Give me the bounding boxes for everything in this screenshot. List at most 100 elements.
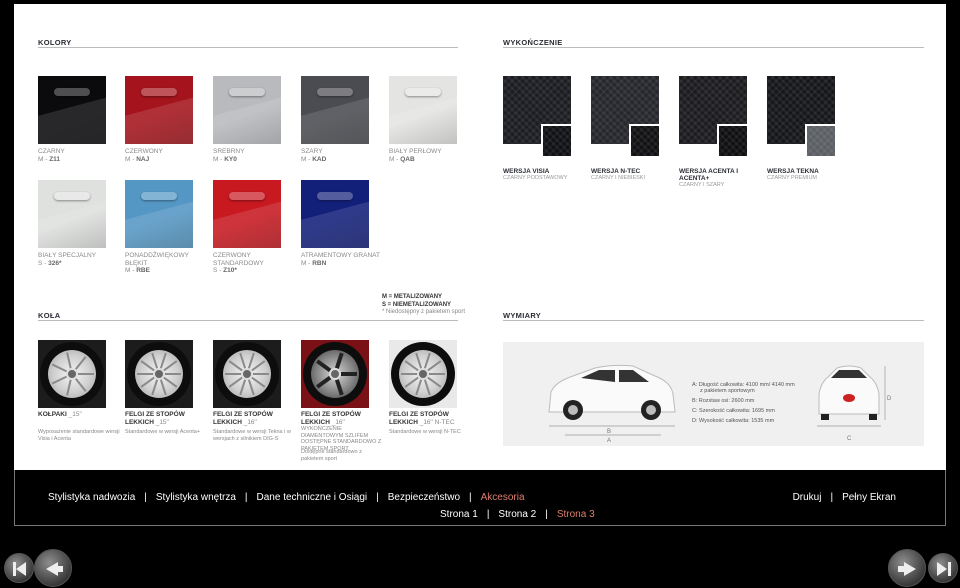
utility-nav: Drukuj | Pełny Ekran [792, 492, 896, 503]
color-caption: CZARNY M - Z11 [38, 148, 65, 163]
color-caption: ATRAMENTOWY GRANAT M - RBN [301, 252, 380, 267]
color-swatch-navy[interactable] [301, 180, 369, 248]
wheel-spoke [316, 375, 332, 389]
wheel-spoke [51, 363, 68, 373]
wheel-spoke [247, 379, 255, 396]
color-caption: SZARY M - KAD [301, 148, 327, 163]
wheel-spoke [228, 376, 243, 388]
dim-label-d: D [887, 396, 892, 402]
page-2-link[interactable]: Strona 2 [498, 509, 536, 520]
wheel-spoke [423, 352, 431, 369]
finish-caption: WERSJA ACENTA I ACENTA+ CZARNY I SZARY [679, 168, 739, 188]
nav-interior[interactable]: Stylistyka wnętrza [156, 492, 236, 503]
color-swatch-standard-red[interactable] [213, 180, 281, 248]
first-page-button[interactable] [4, 553, 34, 583]
color-swatch-black[interactable] [38, 76, 106, 144]
wheel-title: KOŁPAKI _15" [38, 411, 82, 418]
wheel-spoke [334, 379, 344, 396]
wheel-spoke [159, 379, 167, 396]
wheel-title: FELGI ZE STOPÓW LEKKICH _16" N-TEC [389, 411, 455, 426]
dimensions-title: WYMIARY [503, 311, 542, 320]
wheel-image-alloy-16[interactable] [213, 340, 281, 408]
fabric-ntec-detail[interactable] [629, 124, 661, 158]
wheel-spoke [151, 379, 159, 396]
wheel-spoke [163, 360, 178, 372]
nav-exterior[interactable]: Stylistyka nadwozia [48, 492, 135, 503]
dim-label-b: B [607, 429, 611, 435]
wheel-image-alloy-16-ntec[interactable] [389, 340, 457, 408]
wheel-spoke [151, 352, 159, 369]
dimensions-list: A: Długość całkowita: 4100 mm/ 4140 mm z… [692, 380, 795, 426]
wheel-spoke [415, 379, 423, 396]
wheel-spoke [239, 379, 247, 396]
wheel-image-hubcap[interactable] [38, 340, 106, 408]
wheel-description: Standardowe w wersji N-TEC [389, 429, 461, 435]
page-nav: Strona 1 | Strona 2 | Strona 3 [440, 509, 595, 520]
wheel-spoke [427, 360, 442, 372]
finish-title: WYKOŃCZENIE [503, 38, 563, 47]
fullscreen-link[interactable]: Pełny Ekran [842, 492, 896, 503]
wheel-spoke [74, 356, 87, 370]
legend-note: * Niedostępny z pakietem sport [382, 309, 466, 315]
wheel-image-alloy-15[interactable] [125, 340, 193, 408]
wheel-image-alloy-16-diamond[interactable] [301, 340, 369, 408]
wheel-description: Wyposażenie standardowe wersji Visia i A… [38, 429, 120, 442]
page-1-link[interactable]: Strona 1 [440, 509, 478, 520]
arrow-right-icon [937, 562, 947, 576]
wheel-spoke [247, 352, 255, 369]
wheel-title: FELGI ZE STOPÓW LEKKICH _15" [125, 411, 185, 426]
finish-caption: WERSJA VISIA CZARNY PODSTAWOWY [503, 168, 568, 181]
last-page-button[interactable] [928, 553, 958, 583]
arrow-right-icon [904, 562, 916, 576]
fabric-visia-detail[interactable] [541, 124, 573, 158]
wheel-spoke [316, 359, 332, 373]
wheel-description: Standardowe w wersji Tekna i w wersjach … [213, 429, 291, 442]
finish-caption: WERSJA N-TEC CZARNY I NIEBIESKI [591, 168, 645, 181]
color-caption: PONADDŹWIĘKOWY BŁĘKIT M - RBE [125, 252, 189, 274]
colors-rule [38, 47, 458, 48]
color-swatch-silver[interactable] [213, 76, 281, 144]
dimensions-rule [503, 320, 924, 321]
color-caption: SREBRNY M - KY0 [213, 148, 245, 163]
wheel-spoke [423, 379, 431, 396]
page-3-link[interactable]: Strona 3 [557, 509, 595, 520]
color-swatch-blue[interactable] [125, 180, 193, 248]
next-page-button[interactable] [888, 549, 926, 587]
wheel-spoke [140, 360, 155, 372]
color-swatch-special-white[interactable] [38, 180, 106, 248]
dim-label-c: C [847, 436, 852, 442]
legend-non-metallic: S = NIEMETALIZOWANY [382, 301, 452, 308]
prev-page-button[interactable] [34, 549, 72, 587]
color-legend: M = METALIZOWANY S = NIEMETALIZOWANY * N… [382, 294, 465, 317]
car-side-view [548, 364, 676, 436]
nav-safety[interactable]: Bezpieczeństwo [388, 492, 460, 503]
color-caption: CZERWONY M - NAJ [125, 148, 163, 163]
color-swatch-red[interactable] [125, 76, 193, 144]
wheel-spoke [51, 375, 68, 385]
finish-caption: WERSJA TEKNA CZARNY PREMIUM [767, 168, 819, 181]
colors-title: KOLORY [38, 38, 72, 47]
wheel-spoke [251, 360, 266, 372]
wheel-spoke [404, 360, 419, 372]
nav-technical[interactable]: Dane techniczne i Osiągi [257, 492, 368, 503]
dim-wheelbase: B: Rozstaw osi: 2600 mm [692, 398, 755, 404]
color-caption: BIAŁY PERŁOWY M - QAB [389, 148, 442, 163]
dim-label-a: A [607, 438, 611, 444]
wheels-rule [38, 320, 458, 321]
fabric-tekna-detail[interactable] [805, 124, 837, 158]
print-link[interactable]: Drukuj [793, 492, 822, 503]
dim-height: D: Wysokość całkowita: 1535 mm [692, 418, 775, 424]
wheel-spoke [66, 352, 72, 369]
wheel-title: FELGI ZE STOPÓW LEKKICH _16" [213, 411, 273, 426]
wheel-description-secondary: Dostępne standardowo z pakietem sport [301, 449, 362, 462]
car-front-view [817, 365, 886, 427]
color-caption: CZERWONY STANDARDOWY S - Z10* [213, 252, 264, 274]
finish-rule [503, 47, 924, 48]
color-swatch-grey[interactable] [301, 76, 369, 144]
color-swatch-pearl-white[interactable] [389, 76, 457, 144]
color-caption: BIAŁY SPECJALNY S - 326* [38, 252, 97, 267]
wheel-spoke [159, 352, 167, 369]
fabric-acenta-detail[interactable] [717, 124, 749, 158]
nav-accessories[interactable]: Akcesoria [481, 492, 525, 503]
arrow-left-icon [16, 562, 26, 576]
